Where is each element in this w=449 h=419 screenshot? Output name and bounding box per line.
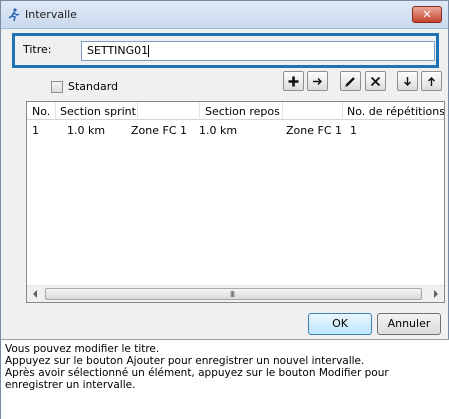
- close-button[interactable]: ✕: [412, 6, 442, 23]
- standard-checkbox[interactable]: [51, 81, 63, 93]
- column-header-sprint[interactable]: Section sprint: [60, 105, 136, 118]
- cell-sprint-zone: Zone FC 1: [131, 124, 188, 137]
- move-down-button[interactable]: [397, 71, 418, 91]
- help-line: Appuyez sur le bouton Ajouter pour enreg…: [5, 355, 365, 367]
- scroll-thumb[interactable]: III: [45, 288, 422, 300]
- close-icon: ✕: [422, 8, 432, 21]
- cell-repos-zone: Zone FC 1: [286, 124, 343, 137]
- help-text-panel: Vous pouvez modifier le titre. Appuyez s…: [1, 339, 449, 419]
- move-up-button[interactable]: [421, 71, 442, 91]
- column-divider[interactable]: [342, 102, 343, 120]
- arrow-right-icon: [313, 77, 322, 85]
- edit-button[interactable]: [340, 71, 361, 91]
- runner-app-icon: [8, 8, 20, 22]
- interval-dialog: Intervalle ✕ Titre: SETTING01 Standard N…: [0, 0, 449, 419]
- table-row[interactable]: 1 1.0 km Zone FC 1 1.0 km Zone FC 1 1: [27, 121, 444, 139]
- grip-icon: III: [230, 290, 235, 299]
- title-label: Titre:: [23, 43, 52, 56]
- delete-x-icon: [370, 76, 381, 86]
- arrow-down-icon: [404, 76, 411, 86]
- title-field-frame: Titre: SETTING01: [12, 33, 439, 68]
- help-line: Vous pouvez modifier le titre.: [5, 343, 160, 355]
- column-divider[interactable]: [137, 102, 138, 120]
- column-header-no[interactable]: No.: [32, 105, 50, 118]
- column-divider[interactable]: [55, 102, 56, 120]
- scroll-left-icon[interactable]: [33, 290, 37, 298]
- cancel-button[interactable]: Annuler: [377, 313, 441, 335]
- column-header-repos[interactable]: Section repos: [205, 105, 280, 118]
- text-caret: [148, 45, 150, 57]
- delete-button[interactable]: [365, 71, 386, 91]
- list-header: No. Section sprint Section repos No. de …: [27, 102, 444, 120]
- insert-button[interactable]: [307, 71, 328, 91]
- window-title: Intervalle: [25, 8, 77, 21]
- column-header-repetitions[interactable]: No. de répétitions: [347, 105, 444, 118]
- title-input[interactable]: SETTING01: [81, 41, 435, 61]
- column-divider[interactable]: [282, 102, 283, 120]
- title-input-value: SETTING01: [87, 44, 149, 57]
- interval-list[interactable]: No. Section sprint Section repos No. de …: [26, 101, 445, 303]
- help-line: Après avoir sélectionné un élément, appu…: [5, 367, 389, 391]
- add-button[interactable]: [283, 71, 304, 91]
- ok-button[interactable]: OK: [308, 313, 372, 335]
- title-bar: Intervalle ✕: [1, 1, 448, 29]
- pencil-icon: [345, 76, 355, 87]
- column-divider[interactable]: [199, 102, 200, 120]
- cell-no: 1: [32, 124, 39, 137]
- plus-icon: [288, 76, 299, 86]
- standard-label: Standard: [68, 80, 119, 93]
- cell-repos-distance: 1.0 km: [199, 124, 238, 137]
- horizontal-scrollbar[interactable]: III: [27, 285, 444, 302]
- cell-repetitions: 1: [350, 124, 357, 137]
- arrow-up-icon: [428, 76, 435, 86]
- scroll-right-icon[interactable]: [434, 290, 438, 298]
- cell-sprint-distance: 1.0 km: [67, 124, 106, 137]
